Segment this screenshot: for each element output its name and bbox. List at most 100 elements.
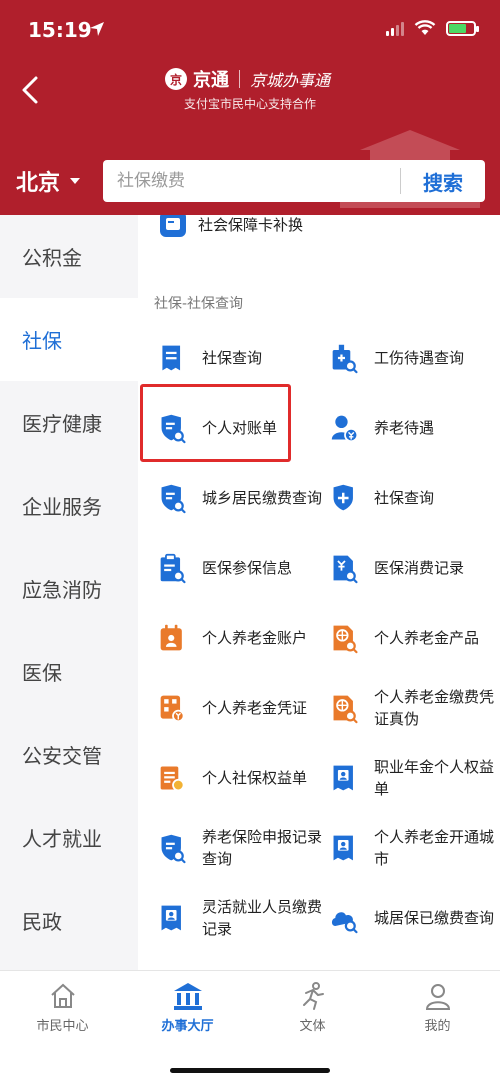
service-label: 职业年金个人权益单 (374, 758, 495, 798)
doc-yuan-icon (160, 766, 185, 792)
cellular-signal-icon (386, 20, 404, 36)
service-label: 医保消费记录 (374, 559, 465, 577)
sidebar-item-label: 公安交管 (22, 744, 102, 768)
calendar-person-icon (160, 624, 182, 651)
brand-subtitle: 京城办事通 (250, 71, 331, 90)
tab-culture-sports[interactable]: 文体 (250, 981, 375, 1034)
sidebar-item-emergency[interactable]: 应急消防 (0, 547, 138, 630)
tab-label: 办事大厅 (161, 1019, 214, 1034)
service-grid: 社保查询 工伤待遇查询 个人对账单 养老待遇 城乡居民缴费查询 社保查询 医保参保信息 医保消… (138, 323, 500, 970)
shield-search-icon (161, 484, 186, 514)
sidebar-item-medical-insurance[interactable]: 医保 (0, 630, 138, 713)
service-label: 个人社保权益单 (202, 769, 308, 787)
shield-plus-icon (333, 484, 353, 511)
sidebar-item-label: 人才就业 (22, 827, 102, 851)
service-label: 社会保障卡补换 (198, 215, 304, 234)
home-icon (50, 983, 75, 1008)
service-label: 灵活就业人员缴费记录 (202, 898, 323, 938)
service-item[interactable]: 城乡居民养老金 (158, 953, 323, 970)
shield-search-icon (161, 414, 186, 444)
tab-label: 文体 (299, 1019, 326, 1034)
service-list: 社会保障卡补换 社保-社保查询 社保查询 工伤待遇查询个人对账单 养老待遇城乡居民缴… (138, 215, 500, 970)
brand-separator (239, 70, 240, 88)
status-indicators (386, 20, 479, 36)
service-item[interactable]: 社会保障卡补换 (158, 215, 303, 239)
service-item[interactable]: 工伤待遇查询 (330, 323, 496, 393)
sidebar-item-enterprise[interactable]: 企业服务 (0, 464, 138, 547)
sidebar-item-medical-health[interactable]: 医疗健康 (0, 381, 138, 464)
city-selector[interactable]: 北京 (16, 165, 81, 197)
service-label: 养老待遇 (374, 419, 435, 437)
service-row: 个人养老金凭证 个人养老金缴费凭证真伪 (138, 673, 500, 743)
shield-search-icon (161, 834, 186, 864)
app-header: 15:19 京 京通 京城办事通 支付宝市民中心支持合作 北京 社保缴费 搜索 (0, 0, 500, 215)
service-item[interactable]: 社保查询 (158, 323, 323, 393)
search-box: 搜索 (103, 160, 485, 202)
service-item[interactable]: 养老待遇 (330, 393, 496, 463)
service-label: 工伤待遇查询 (374, 349, 465, 367)
receipt-person-icon (333, 765, 353, 791)
hospital-search-icon (332, 344, 358, 374)
sidebar-item-traffic[interactable]: 公安交管 (0, 713, 138, 796)
service-label: 城居保已缴费查询 (374, 909, 495, 927)
service-label: 个人养老金产品 (374, 629, 480, 647)
service-item[interactable]: 城居保已缴费查询 (330, 883, 496, 953)
globe-doc-search-icon (333, 695, 358, 724)
service-item[interactable]: 机关事业单位养 (330, 953, 496, 970)
service-label: 个人养老金凭证 (202, 699, 308, 717)
service-item[interactable]: 城乡居民缴费查询 (158, 463, 323, 533)
service-item[interactable]: 个人养老金账户 (158, 603, 323, 673)
service-row: 城乡居民养老金机关事业单位养 (138, 953, 500, 970)
service-row: 城乡居民缴费查询 社保查询 (138, 463, 500, 533)
tab-mine[interactable]: 我的 (375, 981, 500, 1034)
clipboard-search-icon (160, 553, 186, 584)
sidebar-item-label: 应急消防 (22, 578, 102, 602)
sidebar-item-civil-affairs[interactable]: 民政 (0, 879, 138, 962)
tab-service-hall[interactable]: 办事大厅 (125, 981, 250, 1034)
yuan-doc-search-icon (333, 555, 358, 584)
home-indicator (170, 1068, 330, 1073)
category-sidebar: 公积金 社保 医疗健康 企业服务 应急消防 医保 公安交管 人才就业 民政 (0, 215, 138, 970)
location-arrow-icon (90, 22, 104, 36)
service-label: 个人对账单 (202, 419, 278, 437)
service-item[interactable]: 职业年金个人权益单 (330, 743, 496, 813)
service-item[interactable]: 灵活就业人员缴费记录 (158, 883, 323, 953)
service-label: 养老保险申报记录查询 (202, 828, 323, 868)
document-icon (162, 345, 181, 371)
service-item[interactable]: 个人养老金开通城市 (330, 813, 496, 883)
service-item[interactable]: 个人养老金缴费凭证真伪 (330, 673, 496, 743)
sidebar-item-housing-fund[interactable]: 公积金 (0, 215, 138, 298)
city-name: 北京 (16, 171, 61, 196)
service-row: 社保查询 工伤待遇查询 (138, 323, 500, 393)
service-item[interactable]: 个人对账单 (158, 393, 323, 463)
service-item[interactable]: 养老保险申报记录查询 (158, 813, 323, 883)
service-item[interactable]: 个人社保权益单 (158, 743, 323, 813)
service-label: 社保查询 (202, 349, 263, 367)
service-row: 个人社保权益单 职业年金个人权益单 (138, 743, 500, 813)
bottom-tab-bar: 市民中心 办事大厅 文体 我的 (0, 970, 500, 1083)
service-row: 灵活就业人员缴费记录 城居保已缴费查询 (138, 883, 500, 953)
search-button[interactable]: 搜索 (401, 167, 485, 196)
search-input[interactable] (103, 171, 400, 191)
service-item[interactable]: 医保消费记录 (330, 533, 496, 603)
cloud-search-icon (331, 912, 358, 934)
service-item[interactable]: 个人养老金产品 (330, 603, 496, 673)
runner-icon (302, 982, 324, 1010)
receipt-person-icon (333, 835, 353, 861)
service-item[interactable]: 医保参保信息 (158, 533, 323, 603)
qr-yuan-icon (160, 695, 185, 723)
service-item[interactable]: 个人养老金凭证 (158, 673, 323, 743)
wifi-icon (414, 20, 436, 35)
status-time: 15:19 (28, 18, 92, 42)
sidebar-item-label: 企业服务 (22, 495, 102, 519)
tab-citizen-center[interactable]: 市民中心 (0, 981, 125, 1034)
service-label: 个人养老金账户 (202, 629, 308, 647)
sidebar-item-employment[interactable]: 人才就业 (0, 796, 138, 879)
sidebar-item-social-security[interactable]: 社保 (0, 298, 138, 381)
section-title: 社保-社保查询 (154, 296, 244, 312)
service-label: 个人养老金开通城市 (374, 828, 495, 868)
service-label: 城乡居民缴费查询 (202, 489, 323, 507)
person-icon (425, 984, 450, 1010)
brand: 京 京通 京城办事通 (165, 66, 330, 92)
service-item[interactable]: 社保查询 (330, 463, 496, 533)
